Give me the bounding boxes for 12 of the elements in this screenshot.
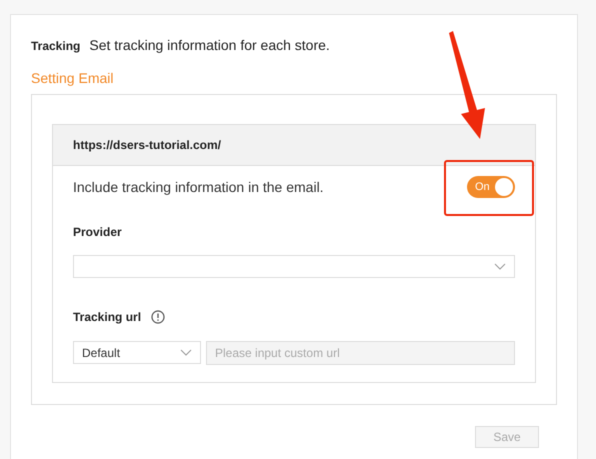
chevron-down-icon <box>180 349 192 356</box>
provider-label: Provider <box>73 225 123 239</box>
store-url: https://dsers-tutorial.com/ <box>73 138 222 152</box>
toggle-switch[interactable]: On <box>467 176 515 198</box>
info-icon[interactable] <box>151 310 166 324</box>
chevron-down-icon <box>494 263 506 270</box>
setting-email-title: Setting Email <box>31 70 114 86</box>
section-description: Set tracking information for each store. <box>89 37 330 53</box>
url-type-select[interactable]: Default <box>73 341 201 364</box>
section-label: Tracking <box>31 39 80 53</box>
tracking-url-label: Tracking url <box>73 310 142 324</box>
toggle-label: Include tracking information in the email. <box>73 179 324 195</box>
